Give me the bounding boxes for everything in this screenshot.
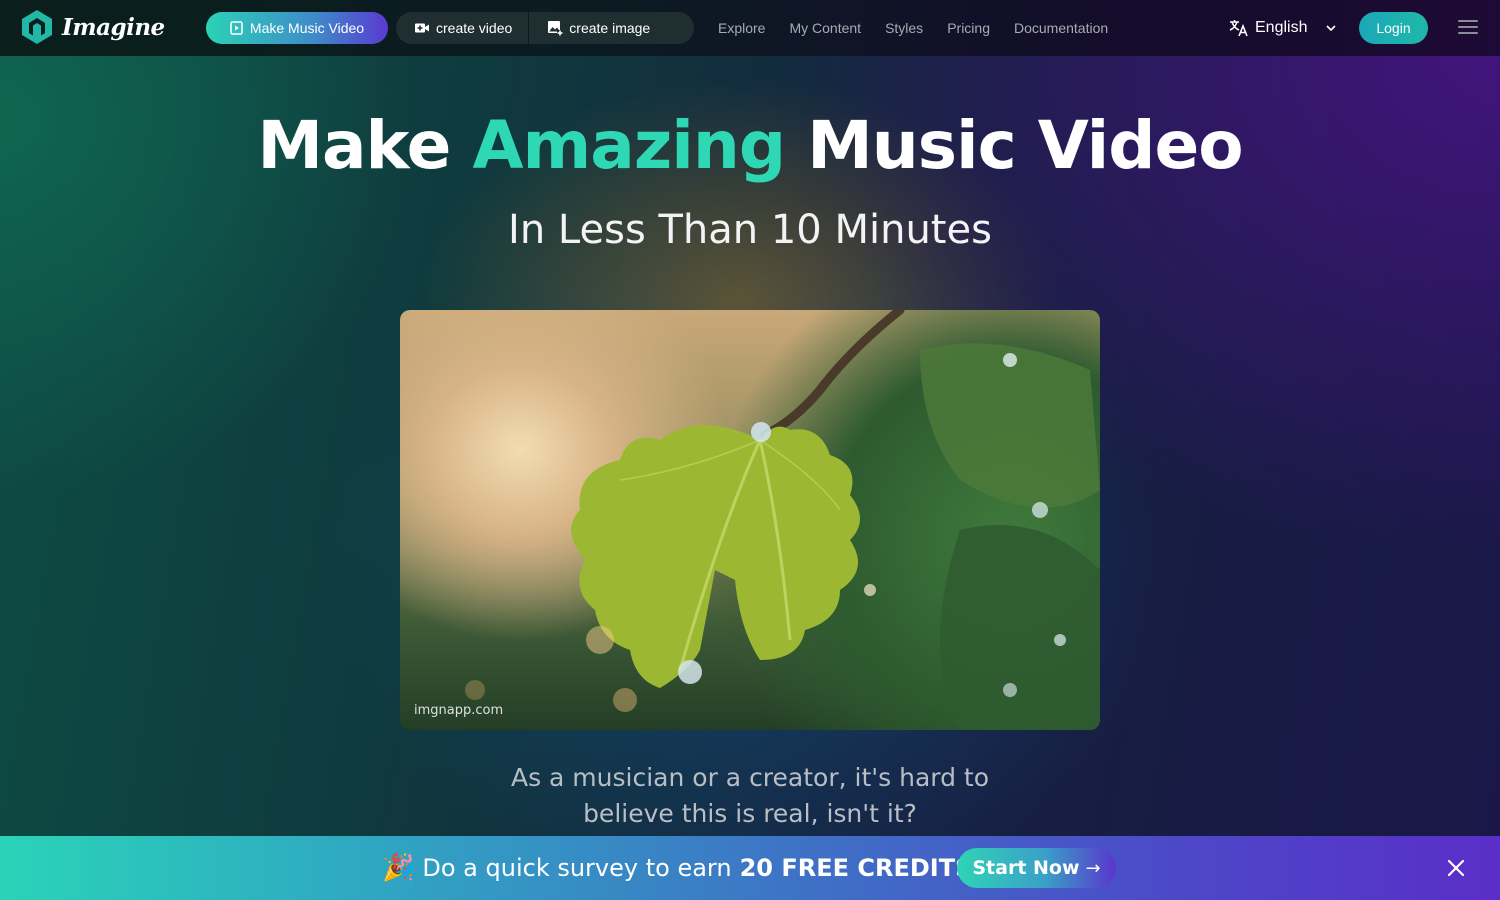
hero-title-part1: Make: [257, 107, 451, 184]
party-popper-icon: 🎉: [382, 853, 415, 883]
create-button-group: create video create image: [396, 12, 694, 44]
translate-icon: [1229, 20, 1248, 37]
top-navbar: Imagine Make Music Video create video cr: [0, 0, 1500, 56]
create-video-label: create video: [436, 20, 513, 36]
nav-my-content[interactable]: My Content: [789, 20, 861, 36]
main-nav: Explore My Content Styles Pricing Docume…: [718, 0, 1108, 56]
survey-banner-text: 🎉 Do a quick survey to earn 20 FREE CRED…: [382, 836, 972, 900]
survey-banner: 🎉 Do a quick survey to earn 20 FREE CRED…: [0, 836, 1500, 900]
nav-styles[interactable]: Styles: [885, 20, 923, 36]
survey-text: Do a quick survey to earn: [422, 854, 732, 882]
arrow-right-icon: →: [1085, 857, 1101, 879]
hamburger-menu-icon[interactable]: [1458, 20, 1478, 36]
hero-tagline: As a musician or a creator, it's hard to…: [0, 760, 1500, 832]
make-music-video-label: Make Music Video: [249, 20, 365, 36]
close-icon[interactable]: [1446, 858, 1466, 878]
image-add-icon: [548, 21, 564, 36]
start-now-button[interactable]: Start Now →: [957, 848, 1116, 888]
chevron-down-icon: [1326, 25, 1337, 32]
logo[interactable]: Imagine: [20, 9, 165, 45]
start-now-label: Start Now: [972, 857, 1080, 879]
logo-text: Imagine: [62, 13, 165, 41]
make-music-video-button[interactable]: Make Music Video: [206, 12, 388, 44]
nav-documentation[interactable]: Documentation: [1014, 20, 1108, 36]
hero-title: Make Amazing Music Video: [0, 106, 1500, 186]
nav-explore[interactable]: Explore: [718, 20, 765, 36]
leaf-image: [465, 310, 1100, 730]
language-selector[interactable]: English: [1229, 12, 1337, 44]
free-credits-highlight: 20 FREE CREDITS: [739, 854, 973, 882]
hero-subtitle: In Less Than 10 Minutes: [508, 207, 992, 253]
tagline-line-2: believe this is real, isn't it?: [583, 799, 917, 828]
create-video-button[interactable]: create video: [396, 12, 528, 44]
tagline-line-1: As a musician or a creator, it's hard to: [510, 763, 990, 792]
language-label: English: [1255, 19, 1308, 36]
nav-pricing[interactable]: Pricing: [947, 20, 990, 36]
hexagon-logo-icon: [22, 10, 52, 44]
hero-title-accent: Amazing: [472, 107, 786, 184]
video-file-icon: [230, 21, 243, 35]
hero-video-preview[interactable]: imgnapp.com: [400, 310, 1100, 730]
login-button[interactable]: Login: [1359, 12, 1428, 44]
hero-title-part2: Music Video: [807, 107, 1244, 184]
media-watermark: imgnapp.com: [414, 703, 504, 718]
video-camera-icon: [415, 23, 429, 33]
create-image-label: create image: [569, 20, 651, 36]
create-image-button[interactable]: create image: [528, 12, 666, 44]
